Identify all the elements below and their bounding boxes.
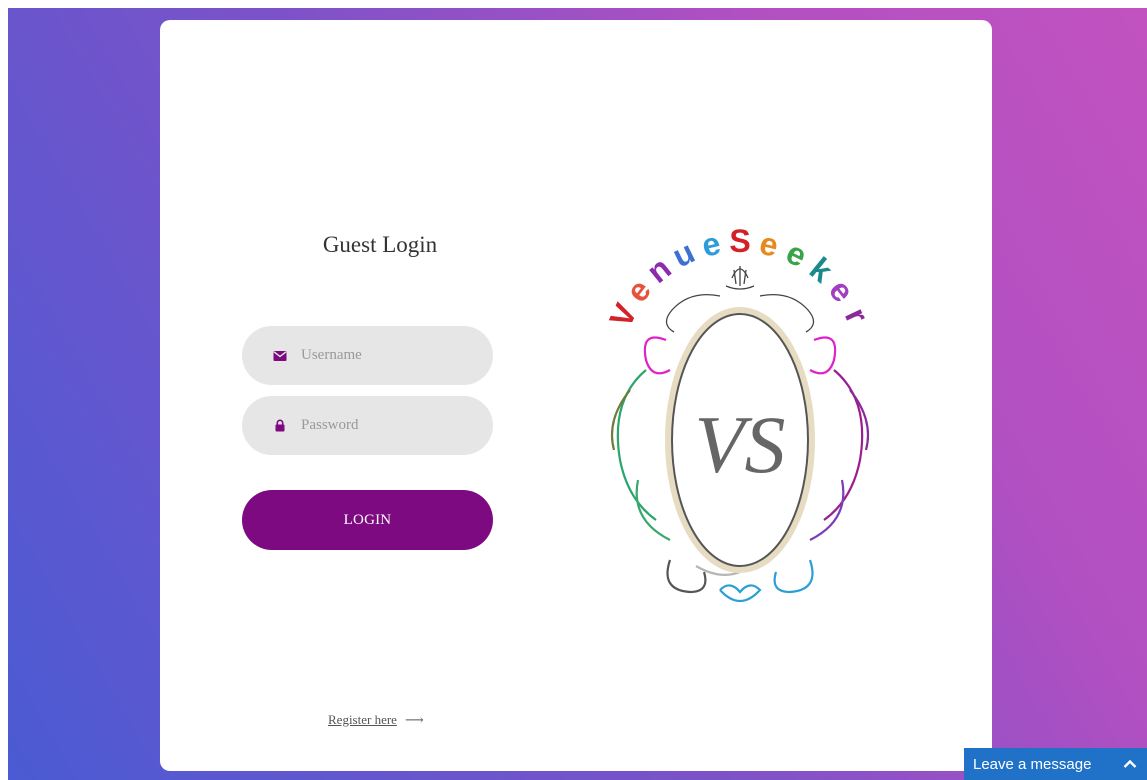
brand-letter: e [781, 234, 813, 274]
username-input[interactable] [301, 347, 481, 364]
lock-icon [272, 418, 288, 434]
brand-letter: e [822, 273, 861, 309]
register-link[interactable]: Register here [328, 712, 397, 728]
username-field[interactable] [242, 326, 493, 385]
brand-letter: e [698, 225, 723, 264]
password-input[interactable] [301, 417, 481, 434]
arrow-right-icon: ⟶ [404, 712, 424, 727]
password-field[interactable] [242, 396, 493, 455]
register-row: Register here ⟶ [328, 712, 424, 728]
envelope-icon [272, 348, 288, 364]
brand-letter: S [729, 223, 750, 259]
brand-letter: r [838, 302, 876, 329]
page-edge-top [0, 0, 1147, 8]
brand-letter: e [756, 225, 781, 264]
leave-message-label: Leave a message [973, 755, 1092, 773]
venue-seeker-logo: Venue Seeker VS [602, 223, 876, 603]
brand-letter: u [667, 234, 700, 275]
page-edge-left [0, 0, 8, 780]
logo-monogram: VS [694, 399, 785, 490]
login-button[interactable]: LOGIN [242, 490, 493, 550]
brand-letter: n [640, 250, 678, 290]
brand-letter: k [803, 250, 840, 289]
login-card: Guest Login LOGIN Register here ⟶ VenueS… [160, 20, 992, 771]
chevron-up-icon[interactable] [1123, 756, 1137, 773]
login-title: Guest Login [322, 232, 438, 257]
leave-message-bar[interactable]: Leave a message [964, 748, 1147, 780]
